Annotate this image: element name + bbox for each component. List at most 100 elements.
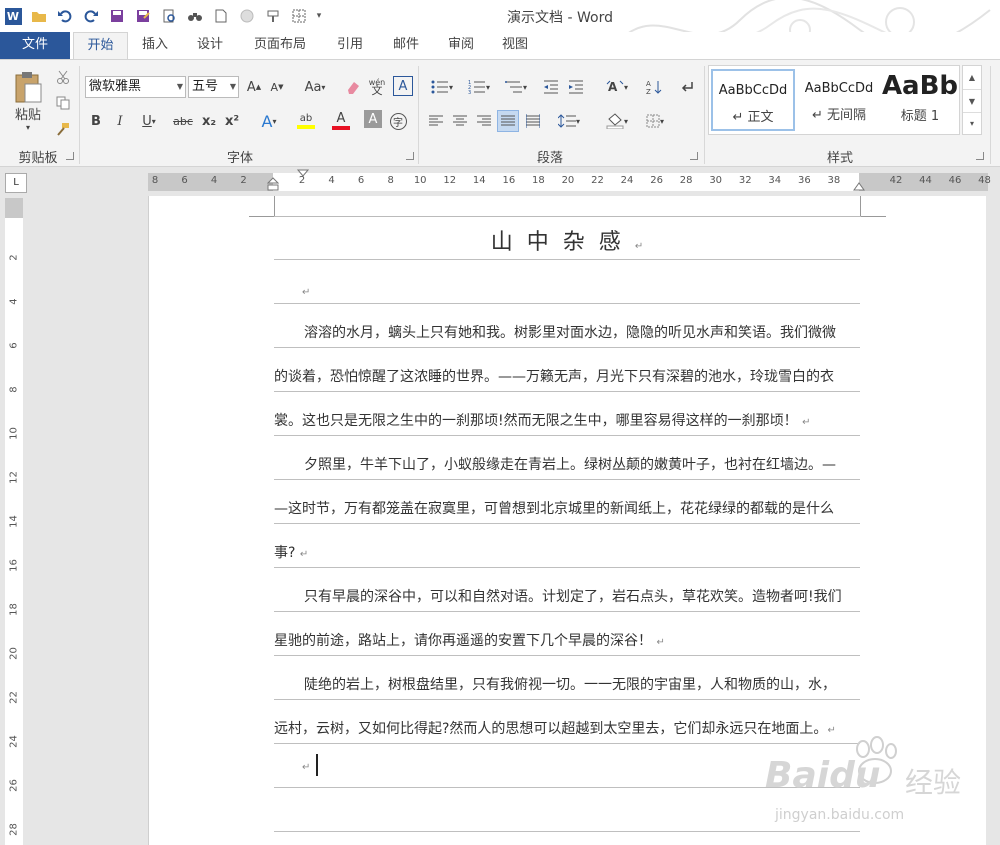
underline-button[interactable]: U ▾ xyxy=(134,110,164,132)
tab-file[interactable]: 文件 xyxy=(0,32,70,60)
phonetic-guide-button[interactable]: wén 文 xyxy=(367,76,387,98)
body-line[interactable]: —这时节，万有都笼盖在寂寞里，可曾想到北京城里的新闻纸上，花花绿绿的都载的是什么 xyxy=(274,498,860,518)
superscript-button[interactable]: x² xyxy=(221,110,243,132)
line-text: 远村，云树，又如何比得起?然而人的思想可以超越到太空里去，它们却永远只在地面上。 xyxy=(274,721,828,737)
font-size-combo[interactable]: 五号 ▼ xyxy=(188,76,239,98)
tab-view[interactable]: 视图 xyxy=(490,32,540,60)
font-color-button[interactable]: A xyxy=(325,110,357,132)
font-launcher-icon[interactable] xyxy=(406,152,414,160)
tab-references[interactable]: 引用 xyxy=(325,32,375,60)
clear-format-button[interactable] xyxy=(343,76,363,98)
paragraph-group-label: 段落 xyxy=(536,151,563,166)
format-painter-button[interactable] xyxy=(52,118,74,140)
tab-mailings[interactable]: 邮件 xyxy=(381,32,431,60)
numbering-button[interactable]: 1 2 3 ▾ xyxy=(462,76,496,98)
print-preview-icon[interactable] xyxy=(156,0,182,32)
gallery-expand-icon[interactable]: ▾ xyxy=(963,112,981,134)
chevron-down-icon: ▼ xyxy=(229,82,236,91)
enclose-characters-button[interactable]: 字 xyxy=(388,110,408,132)
scroll-up-icon[interactable]: ▲ xyxy=(963,66,981,89)
vertical-ruler[interactable]: 2 4 6 8 10 12 14 16 18 20 22 24 26 28 xyxy=(5,198,23,845)
body-line[interactable]: 只有早晨的深谷中，可以和自然对语。计划定了，岩石点头，草花欢笑。造物者呵!我们 xyxy=(274,586,860,606)
tab-design[interactable]: 设计 xyxy=(185,32,235,60)
text-effects-button[interactable]: A ▾ xyxy=(253,110,285,132)
separator xyxy=(990,66,991,164)
copy-button[interactable] xyxy=(52,92,74,114)
tab-selector[interactable]: L xyxy=(5,173,27,193)
highlight-button[interactable]: ab xyxy=(290,110,322,132)
show-marks-button[interactable] xyxy=(676,76,698,98)
empty-paragraph[interactable]: ↵ xyxy=(274,283,860,299)
paragraph-launcher-icon[interactable] xyxy=(690,152,698,160)
body-line[interactable]: 星驰的前途，路站上，请你再遥遥的安置下几个早晨的深谷！ ↵ xyxy=(274,630,860,650)
document-title[interactable]: 山中杂感↵ xyxy=(274,224,860,256)
italic-button[interactable]: I xyxy=(110,110,130,132)
styles-launcher-icon[interactable] xyxy=(976,152,984,160)
table-grid-icon[interactable] xyxy=(286,0,312,32)
customize-qat-icon[interactable]: ▾ xyxy=(312,0,326,32)
align-left-button[interactable] xyxy=(425,110,447,132)
ruler-tick: 26 xyxy=(650,175,663,186)
grow-font-button[interactable]: A ▲ xyxy=(244,76,264,98)
tab-home[interactable]: 开始 xyxy=(73,32,128,60)
format-painter-qat-icon[interactable] xyxy=(260,0,286,32)
increase-indent-button[interactable] xyxy=(565,76,587,98)
body-line[interactable]: 夕照里，牛羊下山了，小蚁般缘走在青岩上。绿树丛颠的嫩黄叶子，也衬在红墙边。— xyxy=(274,454,860,474)
right-indent-icon[interactable] xyxy=(853,181,865,191)
svg-text:Z: Z xyxy=(646,88,651,95)
style-normal[interactable]: AaBbCcDd ↵ 正文 xyxy=(711,69,795,131)
find-binoculars-icon[interactable] xyxy=(182,0,208,32)
paste-button[interactable]: 粘贴 ▾ xyxy=(10,66,46,136)
first-line-indent-icon[interactable] xyxy=(297,169,309,179)
ruler-tick: 12 xyxy=(8,471,20,484)
body-line[interactable]: 陡绝的岩上，树根盘结里，只有我俯视一切。一一无限的宇宙里，人和物质的山，水， xyxy=(274,674,860,694)
body-line[interactable]: 事? ↵ xyxy=(274,542,860,562)
align-right-button[interactable] xyxy=(473,110,495,132)
align-center-icon xyxy=(453,115,467,126)
subscript-button[interactable]: x₂ xyxy=(198,110,220,132)
title-text: 山中杂感 xyxy=(490,230,635,255)
bullets-icon xyxy=(431,80,448,94)
sort-button[interactable]: AZ xyxy=(643,76,665,98)
character-shading-button[interactable]: A xyxy=(364,110,382,128)
strikethrough-button[interactable]: abc xyxy=(170,110,196,132)
body-line[interactable]: 的谈着，恐怕惊醒了这浓睡的世界。——万籁无声，月光下只有深碧的池水，玲珑雪白的衣 xyxy=(274,366,860,386)
borders-button[interactable]: ▾ xyxy=(638,110,672,132)
justify-button[interactable] xyxy=(497,110,519,132)
bold-button[interactable]: B xyxy=(86,110,106,132)
character-border-button[interactable]: A xyxy=(393,76,413,96)
scroll-down-icon[interactable]: ▼ xyxy=(963,89,981,112)
horizontal-ruler[interactable]: 8 6 4 2 2 4 6 8 10 12 14 16 18 20 22 24 26 28 30 32 34 36 38 42… xyxy=(148,169,991,191)
save-icon[interactable] xyxy=(104,0,130,32)
body-line[interactable]: 溶溶的水月，螭头上只有她和我。树影里对面水边，隐隐的听见水声和笑语。我们微微 xyxy=(274,322,860,342)
clipboard-launcher-icon[interactable] xyxy=(66,152,74,160)
indent-marker-icon[interactable] xyxy=(267,173,279,191)
tab-page-layout[interactable]: 页面布局 xyxy=(245,32,315,60)
style-no-spacing[interactable]: AaBbCcDd ↵ 无间隔 xyxy=(797,69,881,131)
font-size-value: 五号 xyxy=(192,79,219,94)
undo-icon[interactable] xyxy=(52,0,78,32)
asian-layout-button[interactable]: A ▾ xyxy=(600,76,634,98)
save-as-icon[interactable] xyxy=(130,0,156,32)
style-heading-1[interactable]: AaBb 标题 1 xyxy=(881,69,959,131)
open-folder-icon[interactable] xyxy=(26,0,52,32)
circle-icon[interactable] xyxy=(234,0,260,32)
body-line[interactable]: 裳。这也只是无限之生中的一刹那顷!然而无限之生中，哪里容易得这样的一刹那顷！ ↵ xyxy=(274,410,860,430)
tab-insert[interactable]: 插入 xyxy=(130,32,180,60)
redo-icon[interactable] xyxy=(78,0,104,32)
shading-button[interactable]: ▾ xyxy=(600,110,634,132)
shrink-font-button[interactable]: A ▼ xyxy=(267,76,287,98)
decrease-indent-button[interactable] xyxy=(540,76,562,98)
line-spacing-button[interactable]: ▾ xyxy=(552,110,586,132)
distributed-button[interactable] xyxy=(522,110,544,132)
tab-review[interactable]: 审阅 xyxy=(436,32,486,60)
cut-button[interactable] xyxy=(52,66,74,88)
align-center-button[interactable] xyxy=(449,110,471,132)
multilevel-list-button[interactable]: ▾ xyxy=(499,76,533,98)
bullets-button[interactable]: ▾ xyxy=(425,76,459,98)
change-case-button[interactable]: Aa ▾ xyxy=(299,76,331,98)
font-name-combo[interactable]: 微软雅黑 ▼ xyxy=(85,76,186,98)
new-document-icon[interactable] xyxy=(208,0,234,32)
paragraph-mark: ↵ xyxy=(634,241,644,252)
word-logo-icon[interactable]: W xyxy=(0,0,26,32)
